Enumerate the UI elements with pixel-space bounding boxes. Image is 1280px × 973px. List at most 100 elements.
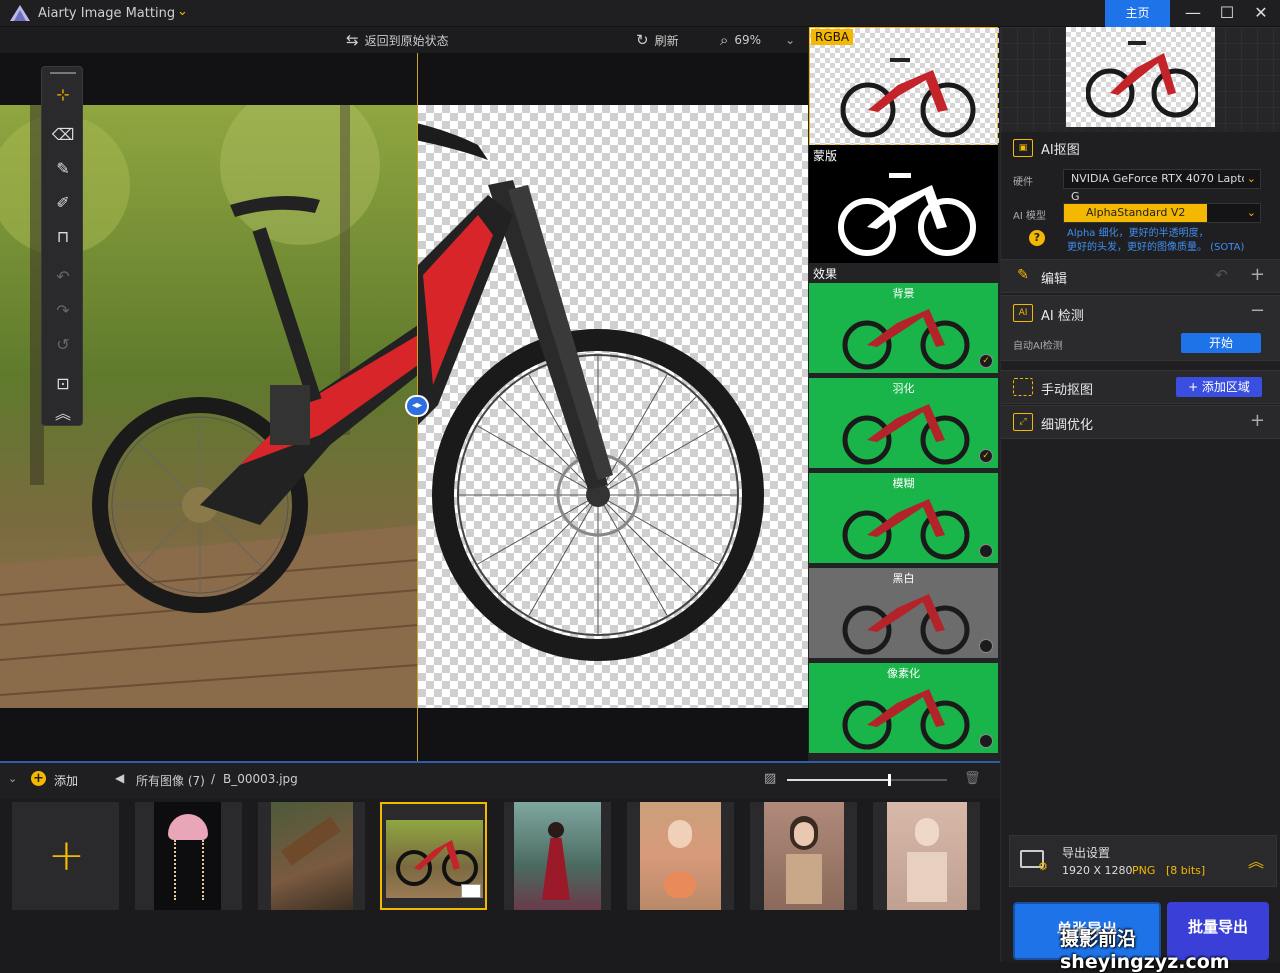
refine-title: 细调优化 — [1041, 418, 1094, 433]
effect-tile[interactable]: 背景 ✓ — [809, 283, 998, 375]
back-arrow-icon[interactable]: ◀ — [115, 771, 124, 785]
bike-thumb-icon — [842, 594, 970, 655]
breadcrumb-all-images[interactable]: 所有图像 (7) — [136, 772, 205, 789]
slider-knob[interactable] — [888, 774, 892, 786]
trash-icon[interactable]: 🗑 — [964, 771, 981, 786]
effect-label: 羽化 — [892, 382, 915, 395]
minimize-button[interactable]: — — [1178, 2, 1208, 24]
export-bits: [8 bits] — [1166, 864, 1206, 877]
canvas-toolbar: ⇆ 返回到原始状态 ↻ 刷新 ⌕ 69% ⌄ — [0, 27, 808, 53]
effect-label: 背景 — [892, 287, 915, 300]
image-thumbnail-selected[interactable] — [380, 802, 487, 910]
chevron-down-icon[interactable]: ⌄ — [177, 4, 188, 19]
export-size: 1920 X 1280 — [1062, 864, 1133, 877]
effect-tile[interactable]: 羽化 ✓ — [809, 378, 998, 470]
rgba-preview[interactable]: RGBA — [809, 27, 999, 146]
figure-head — [548, 822, 564, 838]
edit-section[interactable]: ✎ 编辑 ↶ + — [1001, 259, 1280, 293]
model-description-2: 更好的头发，更好的图像质量。 (SOTA) — [1067, 242, 1245, 253]
close-button[interactable]: ✕ — [1246, 2, 1276, 24]
figure-dress — [907, 852, 947, 902]
effect-tile[interactable]: 像素化 — [809, 663, 998, 755]
effect-tile[interactable]: 模糊 — [809, 473, 998, 565]
brush-icon[interactable]: ✐ — [51, 191, 75, 215]
model-select[interactable]: AlphaStandard V2 ⌄ — [1063, 203, 1261, 223]
thumbnail-size-slider[interactable] — [787, 774, 947, 786]
redo-icon[interactable]: ↷ — [51, 299, 75, 323]
log-shape — [281, 816, 341, 866]
zoom-control[interactable]: ⌕ 69% ⌄ — [720, 31, 795, 49]
undo-icon[interactable]: ↶ — [51, 265, 75, 289]
collapse-icon[interactable]: ︽ — [51, 402, 75, 426]
add-region-button[interactable]: + 添加区域 — [1176, 377, 1262, 397]
image-thumbnail[interactable] — [750, 802, 857, 910]
model-value: AlphaStandard V2 — [1064, 204, 1208, 222]
start-detect-button[interactable]: 开始 — [1181, 333, 1261, 353]
unchecked-icon[interactable] — [979, 639, 993, 653]
compare-handle[interactable]: ◂▸ — [405, 395, 429, 417]
expand-plus-icon[interactable]: + — [1250, 410, 1265, 431]
collapse-chevron-icon[interactable]: ⌄ — [8, 772, 17, 785]
export-title: 导出设置 — [1062, 846, 1111, 860]
hardware-select[interactable]: NVIDIA GeForce RTX 4070 Laptop G ⌄ — [1063, 169, 1261, 203]
figure-face — [794, 822, 814, 846]
ai-matting-section: ▣ AI抠图 硬件 NVIDIA GeForce RTX 4070 Laptop… — [1001, 135, 1280, 257]
reset-icon[interactable]: ↺ — [51, 333, 75, 357]
bike-image — [386, 820, 483, 898]
image-strip: + — [0, 799, 1000, 962]
roller-icon[interactable]: ⊓ — [51, 225, 75, 249]
chevron-down-icon[interactable]: ⌄ — [785, 33, 795, 47]
add-image-tile[interactable]: + — [12, 802, 119, 910]
manual-matting-section[interactable]: 手动抠图 + 添加区域 — [1001, 370, 1280, 404]
refine-section[interactable]: ⤢ 细调优化 + — [1001, 405, 1280, 439]
edit-icon: ✎ — [1017, 267, 1029, 283]
breadcrumb-separator: / — [211, 772, 216, 786]
refresh-label: 刷新 — [654, 33, 679, 48]
jellyfish-tentacles — [174, 840, 204, 900]
revert-button[interactable]: ⇆ 返回到原始状态 — [346, 31, 449, 49]
red-dress-image — [514, 802, 601, 910]
drag-handle[interactable] — [50, 72, 76, 74]
image-thumbnail[interactable] — [504, 802, 611, 910]
settings-sidebar: ▣ AI抠图 硬件 NVIDIA GeForce RTX 4070 Laptop… — [1000, 27, 1280, 962]
image-canvas[interactable]: ◂▸ ⊹ ⌫ ✎ ✐ ⊓ ↶ ↷ ↺ ⊡ ︽ — [0, 53, 808, 761]
expand-plus-icon[interactable]: + — [1250, 264, 1265, 285]
move-tool-icon[interactable]: ⊹ — [51, 83, 75, 107]
maximize-button[interactable]: ☐ — [1212, 2, 1242, 24]
add-label[interactable]: 添加 — [54, 772, 78, 789]
refresh-button[interactable]: ↻ 刷新 — [636, 31, 679, 49]
unchecked-icon[interactable] — [979, 734, 993, 748]
mask-preview[interactable]: 蒙版 — [809, 145, 998, 263]
image-thumbnail[interactable] — [258, 802, 365, 910]
image-thumbnail[interactable] — [135, 802, 242, 910]
revert-label: 返回到原始状态 — [364, 33, 449, 48]
image-thumbnail[interactable] — [873, 802, 980, 910]
collapse-minus-icon[interactable]: − — [1250, 300, 1265, 321]
chevron-down-icon: ⌄ — [1243, 170, 1256, 188]
effect-label: 黑白 — [892, 572, 915, 585]
unchecked-icon[interactable] — [979, 544, 993, 558]
watermark: 摄影前沿sheyingzyz.com — [1060, 928, 1230, 973]
model-label: AI 模型 — [1013, 211, 1046, 222]
woman-garden-image — [887, 802, 967, 910]
file-bar: ⌄ + 添加 ◀ 所有图像 (7) / B_00003.jpg ▨ 🗑 — [0, 761, 1000, 799]
home-button[interactable]: 主页 — [1105, 0, 1170, 27]
eraser-icon[interactable]: ⌫ — [51, 123, 75, 147]
undo-icon[interactable]: ↶ — [1215, 266, 1228, 284]
swap-arrows-icon: ⇆ — [346, 31, 359, 49]
checked-icon[interactable]: ✓ — [979, 449, 993, 463]
help-icon[interactable]: ? — [1029, 230, 1045, 246]
gear-icon: ⚙ — [1038, 860, 1048, 873]
expand-up-icon[interactable]: ︽ — [1248, 848, 1264, 872]
pen-icon[interactable]: ✎ — [51, 157, 75, 181]
export-settings[interactable]: ⚙ 导出设置 1920 X 1280 PNG [8 bits] ︽ — [1009, 835, 1277, 887]
image-thumbnail[interactable] — [627, 802, 734, 910]
result-preview-area — [1001, 27, 1280, 132]
effect-label: 像素化 — [887, 667, 920, 680]
add-icon[interactable]: + — [31, 771, 46, 786]
figure-face — [668, 820, 692, 848]
effect-tile[interactable]: 黑白 — [809, 568, 998, 660]
checked-icon[interactable]: ✓ — [979, 354, 993, 368]
fit-screen-icon[interactable]: ⊡ — [51, 372, 75, 396]
title-bar: Aiarty Image Matting ⌄ 主页 — ☐ ✕ — [0, 0, 1280, 27]
